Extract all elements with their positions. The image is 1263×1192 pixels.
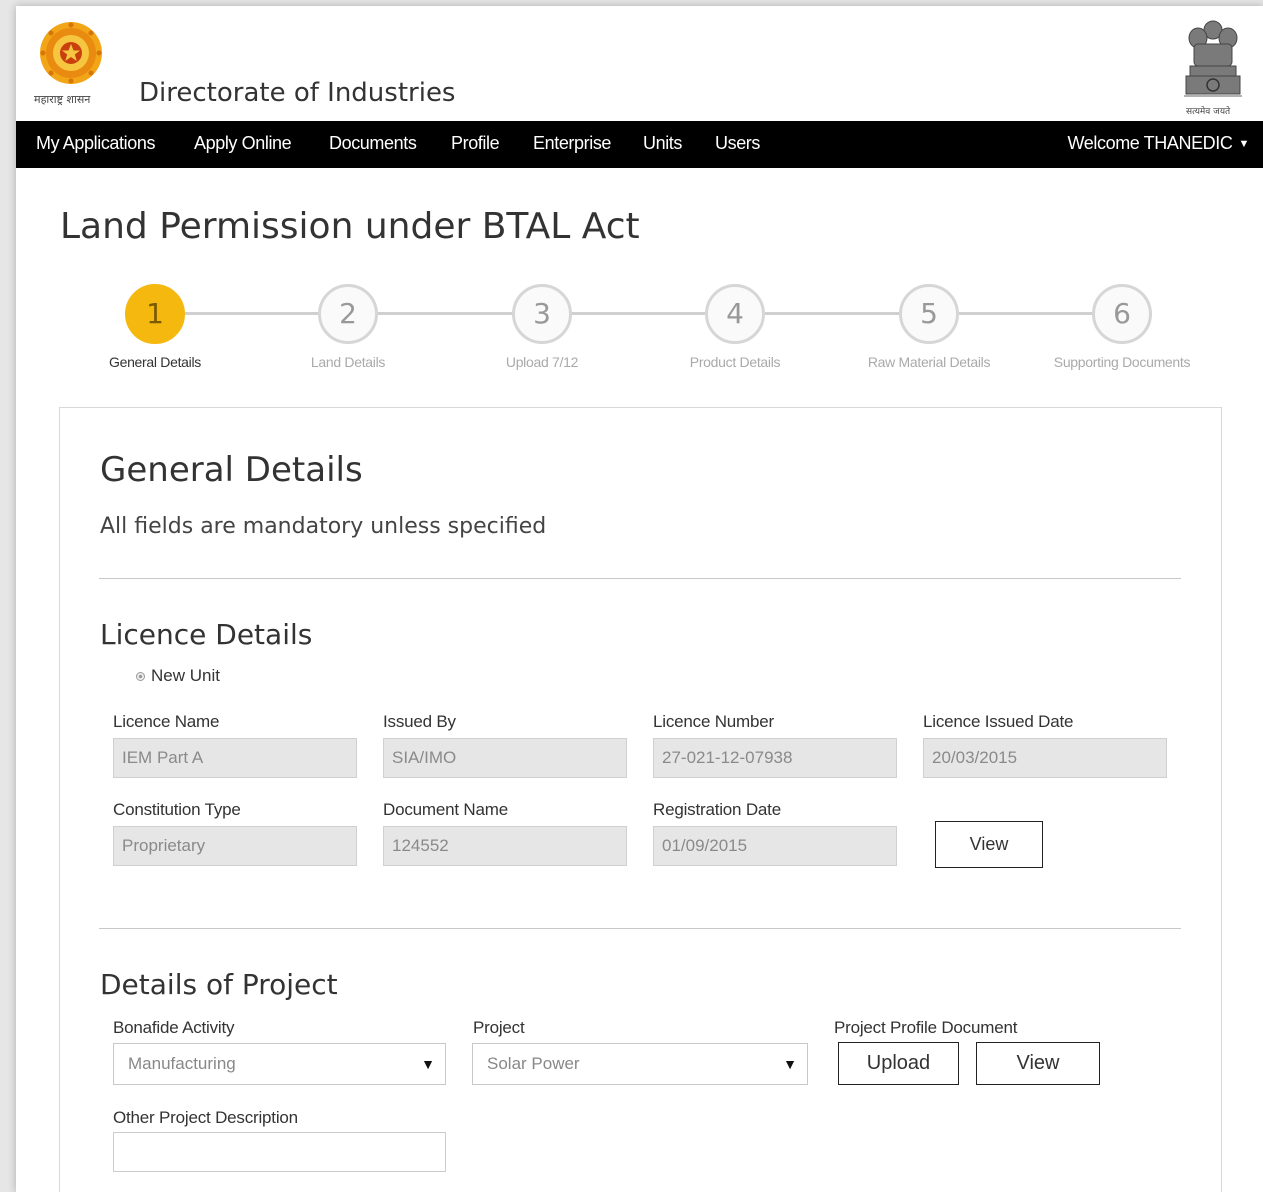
page: महाराष्ट्र शासन Directorate of Industrie… xyxy=(16,6,1263,1192)
upload-profile-button[interactable]: Upload xyxy=(838,1042,959,1085)
view-profile-button[interactable]: View xyxy=(976,1042,1100,1085)
bonafide-activity-label: Bonafide Activity xyxy=(113,1018,235,1037)
maharashtra-emblem-icon xyxy=(40,22,102,84)
constitution-type-field: Proprietary xyxy=(113,826,357,866)
new-unit-radio[interactable]: New Unit xyxy=(136,666,220,686)
bonafide-activity-select[interactable]: Manufacturing ▼ xyxy=(113,1043,446,1085)
wizard-stepper: 1 2 3 4 5 6 General Details Land Details… xyxy=(16,280,1263,380)
step-4-circle[interactable]: 4 xyxy=(705,284,765,344)
step-2-circle[interactable]: 2 xyxy=(318,284,378,344)
form-title: General Details xyxy=(100,450,363,490)
step-1-label[interactable]: General Details xyxy=(60,354,250,370)
step-connector xyxy=(378,312,514,315)
nav-units[interactable]: Units xyxy=(643,121,682,168)
step-connector xyxy=(765,312,901,315)
document-name-field: 124552 xyxy=(383,826,627,866)
registration-date-label: Registration Date xyxy=(653,800,781,819)
other-project-description-input[interactable] xyxy=(113,1132,446,1172)
document-name-label: Document Name xyxy=(383,800,508,819)
section-divider xyxy=(99,578,1181,579)
project-details-heading: Details of Project xyxy=(100,968,338,1001)
national-emblem-icon xyxy=(1184,20,1242,97)
licence-number-field: 27-021-12-07938 xyxy=(653,738,897,778)
licence-number-label: Licence Number xyxy=(653,712,774,731)
bonafide-activity-value: Manufacturing xyxy=(128,1054,236,1073)
licence-view-button[interactable]: View xyxy=(935,821,1043,868)
user-menu[interactable]: Welcome THANEDIC ▼ xyxy=(1067,121,1250,168)
registration-date-field: 01/09/2015 xyxy=(653,826,897,866)
issued-by-label: Issued By xyxy=(383,712,456,731)
project-label: Project xyxy=(473,1018,525,1037)
site-title: Directorate of Industries xyxy=(139,78,456,108)
new-unit-radio-label: New Unit xyxy=(151,666,220,685)
step-2-label[interactable]: Land Details xyxy=(253,354,443,370)
general-details-card: General Details All fields are mandatory… xyxy=(59,407,1222,1192)
step-5-label[interactable]: Raw Material Details xyxy=(834,354,1024,370)
project-select[interactable]: Solar Power ▼ xyxy=(472,1043,808,1085)
step-6-label[interactable]: Supporting Documents xyxy=(1027,354,1217,370)
step-connector xyxy=(571,312,707,315)
nav-profile[interactable]: Profile xyxy=(451,121,500,168)
step-3-label[interactable]: Upload 7/12 xyxy=(447,354,637,370)
page-title: Land Permission under BTAL Act xyxy=(60,206,640,247)
user-menu-label: Welcome THANEDIC xyxy=(1067,133,1233,153)
emblem-caption: महाराष्ट्र शासन xyxy=(34,93,91,106)
issued-by-field: SIA/IMO xyxy=(383,738,627,778)
step-4-label[interactable]: Product Details xyxy=(640,354,830,370)
licence-name-field: IEM Part A xyxy=(113,738,357,778)
step-6-circle[interactable]: 6 xyxy=(1092,284,1152,344)
licence-issued-date-label: Licence Issued Date xyxy=(923,712,1074,731)
mandatory-note: All fields are mandatory unless specifie… xyxy=(100,514,547,539)
step-1-circle[interactable]: 1 xyxy=(125,284,185,344)
caret-down-icon: ▼ xyxy=(1238,137,1250,150)
section-divider xyxy=(99,928,1181,929)
licence-details-heading: Licence Details xyxy=(100,618,313,651)
project-value: Solar Power xyxy=(487,1054,580,1073)
site-header: महाराष्ट्र शासन Directorate of Industrie… xyxy=(16,6,1263,121)
project-profile-document-label: Project Profile Document xyxy=(834,1018,1018,1037)
licence-issued-date-field: 20/03/2015 xyxy=(923,738,1167,778)
nav-users[interactable]: Users xyxy=(715,121,760,168)
step-connector xyxy=(184,312,320,315)
dropdown-arrow-icon: ▼ xyxy=(421,1056,435,1072)
step-3-circle[interactable]: 3 xyxy=(512,284,572,344)
other-project-description-label: Other Project Description xyxy=(113,1108,298,1127)
nav-enterprise[interactable]: Enterprise xyxy=(533,121,611,168)
emblem-caption: सत्यमेव जयते xyxy=(1186,107,1231,117)
nav-documents[interactable]: Documents xyxy=(329,121,417,168)
step-connector xyxy=(958,312,1094,315)
nav-my-applications[interactable]: My Applications xyxy=(36,121,155,168)
radio-selected-icon xyxy=(136,672,145,682)
dropdown-arrow-icon: ▼ xyxy=(783,1056,797,1072)
nav-apply-online[interactable]: Apply Online xyxy=(194,121,292,168)
constitution-type-label: Constitution Type xyxy=(113,800,241,819)
step-5-circle[interactable]: 5 xyxy=(899,284,959,344)
main-navbar: My Applications Apply Online Documents P… xyxy=(16,121,1263,168)
licence-name-label: Licence Name xyxy=(113,712,220,731)
